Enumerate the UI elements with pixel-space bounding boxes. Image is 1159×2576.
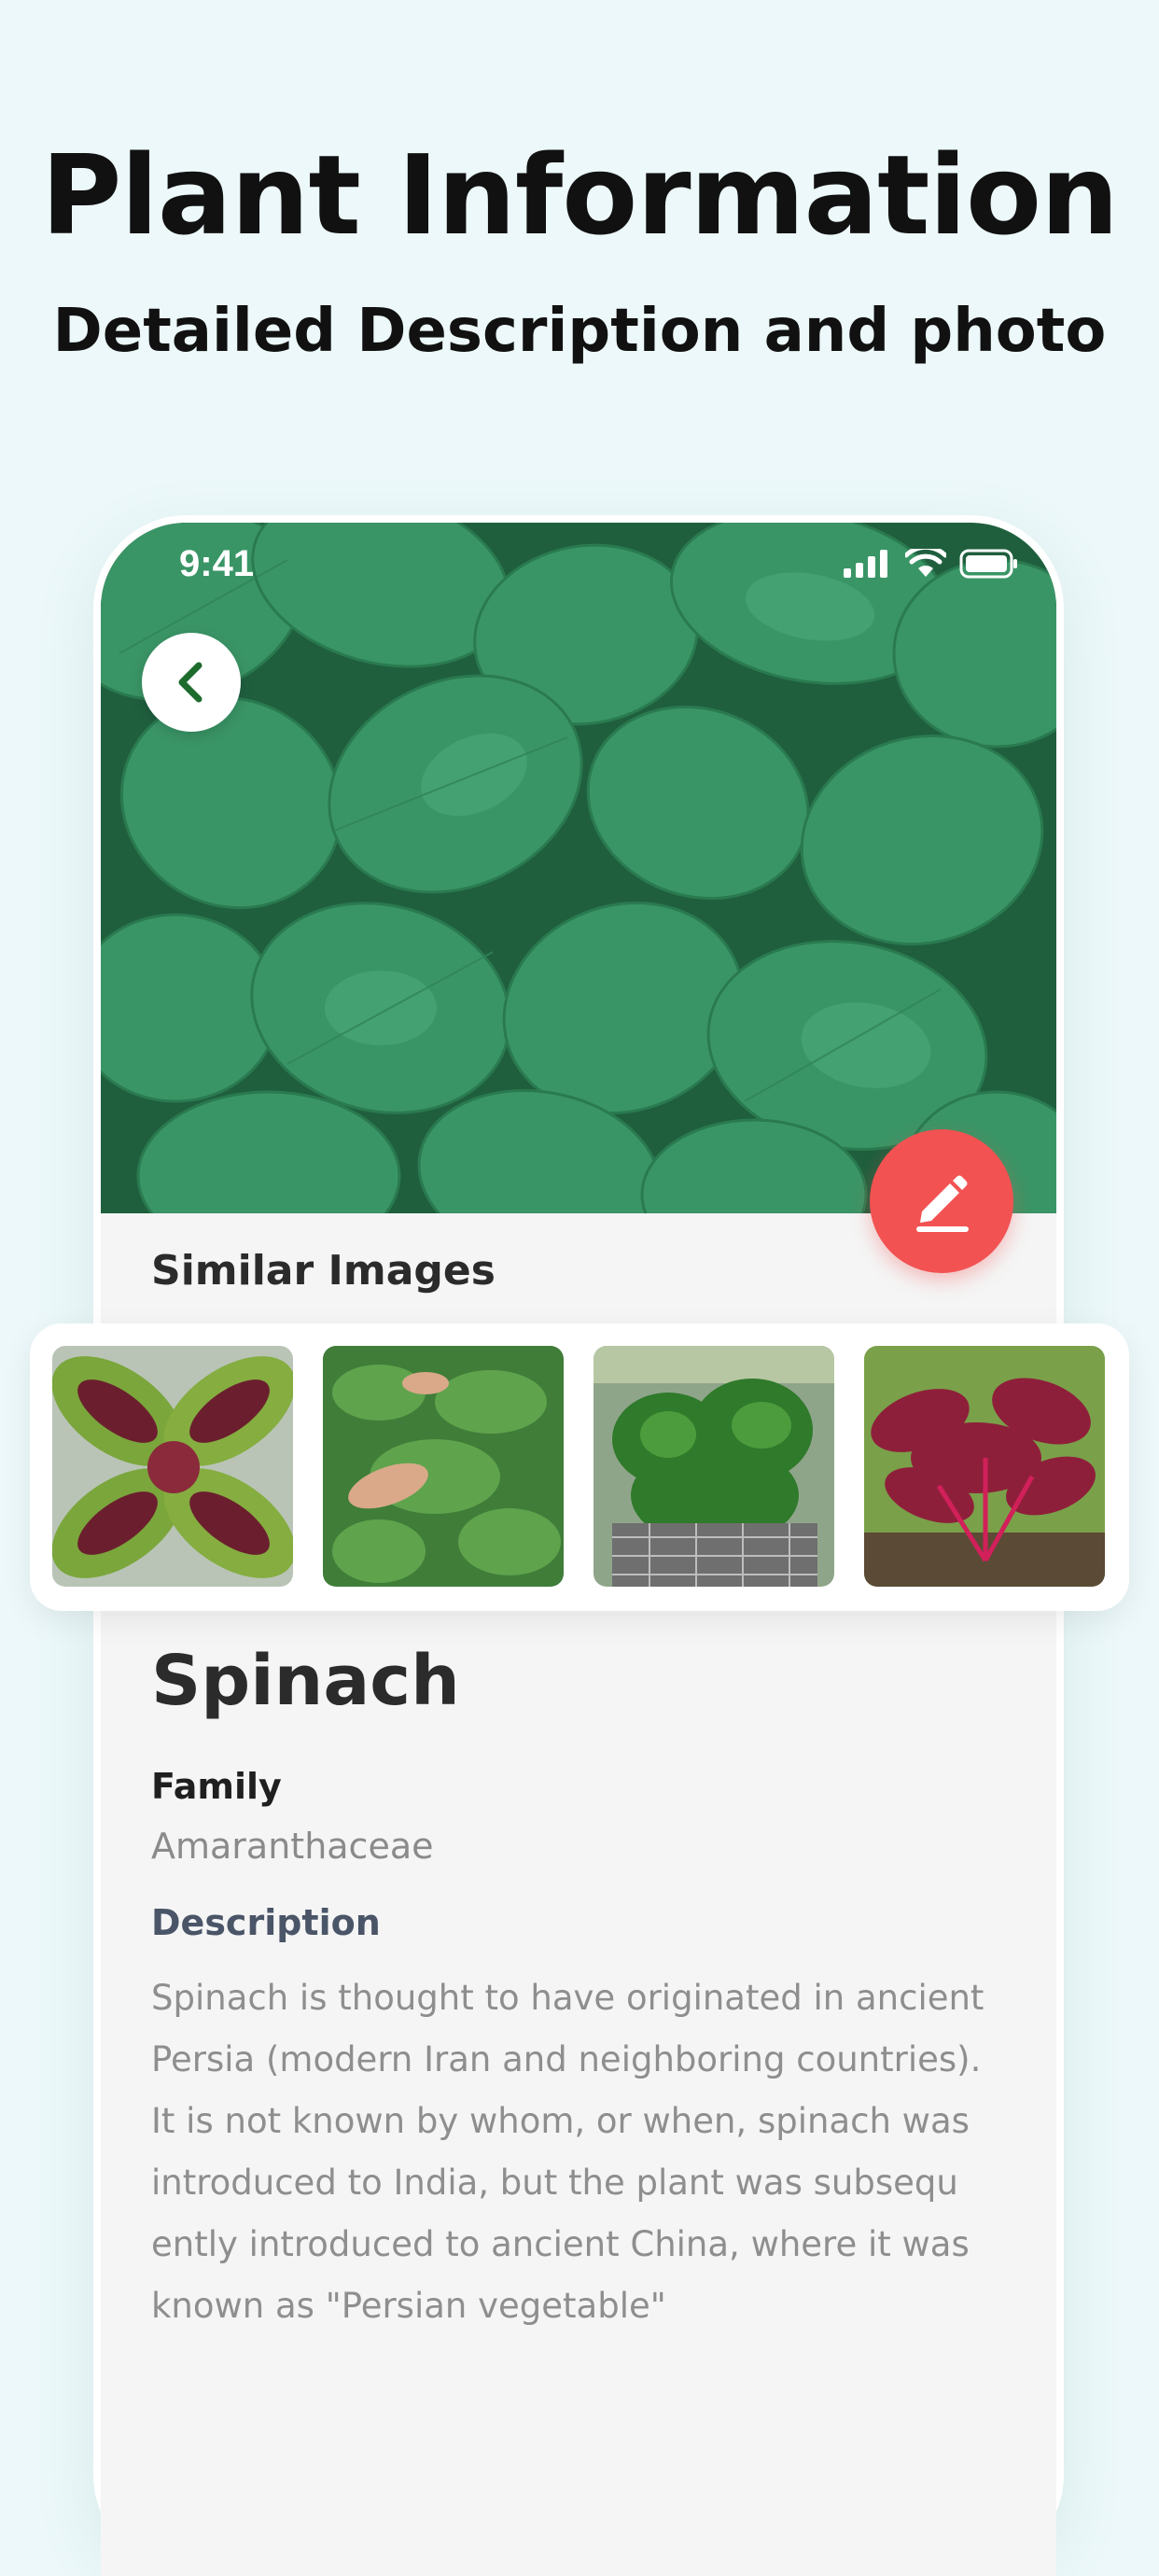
description-line: introduced to India, but the plant was s…: [151, 2163, 958, 2203]
similar-image-thumbnail[interactable]: [593, 1346, 834, 1587]
pencil-icon: [916, 1175, 969, 1232]
similar-image-thumbnail[interactable]: [864, 1346, 1105, 1587]
description-line: ently introduced to ancient China, where…: [151, 2224, 970, 2264]
status-time: 9:41: [179, 543, 255, 584]
cellular-signal-icon: [844, 550, 887, 578]
description-line: known as "Persian vegetable": [151, 2286, 666, 2326]
family-value: Amaranthaceae: [151, 1826, 434, 1867]
description-line: It is not known by whom, or when, spinac…: [151, 2101, 970, 2141]
plant-name: Spinach: [151, 1641, 460, 1721]
promo-headline: Plant Information: [40, 131, 1119, 259]
promo-subheadline: Detailed Description and photo: [52, 297, 1107, 366]
description-line: Spinach is thought to have originated in…: [151, 1978, 984, 2018]
description-label: Description: [151, 1902, 381, 1943]
back-button[interactable]: [142, 633, 241, 732]
wifi-icon: [905, 549, 946, 577]
chevron-left-icon: [178, 662, 202, 703]
plant-hero-image: 9:41: [101, 523, 1056, 1213]
battery-icon: [959, 549, 1017, 579]
similar-image-thumbnail[interactable]: [323, 1346, 564, 1587]
similar-image-thumbnail[interactable]: [52, 1346, 293, 1587]
similar-images-gallery: [30, 1323, 1129, 1611]
description-line: Persia (modern Iran and neighboring coun…: [151, 2039, 982, 2079]
edit-button[interactable]: [870, 1129, 1013, 1273]
status-icons: [844, 549, 1019, 579]
similar-images-title: Similar Images: [151, 1247, 496, 1295]
description-text: Spinach is thought to have originated in…: [151, 1967, 991, 2337]
family-label: Family: [151, 1766, 282, 1807]
